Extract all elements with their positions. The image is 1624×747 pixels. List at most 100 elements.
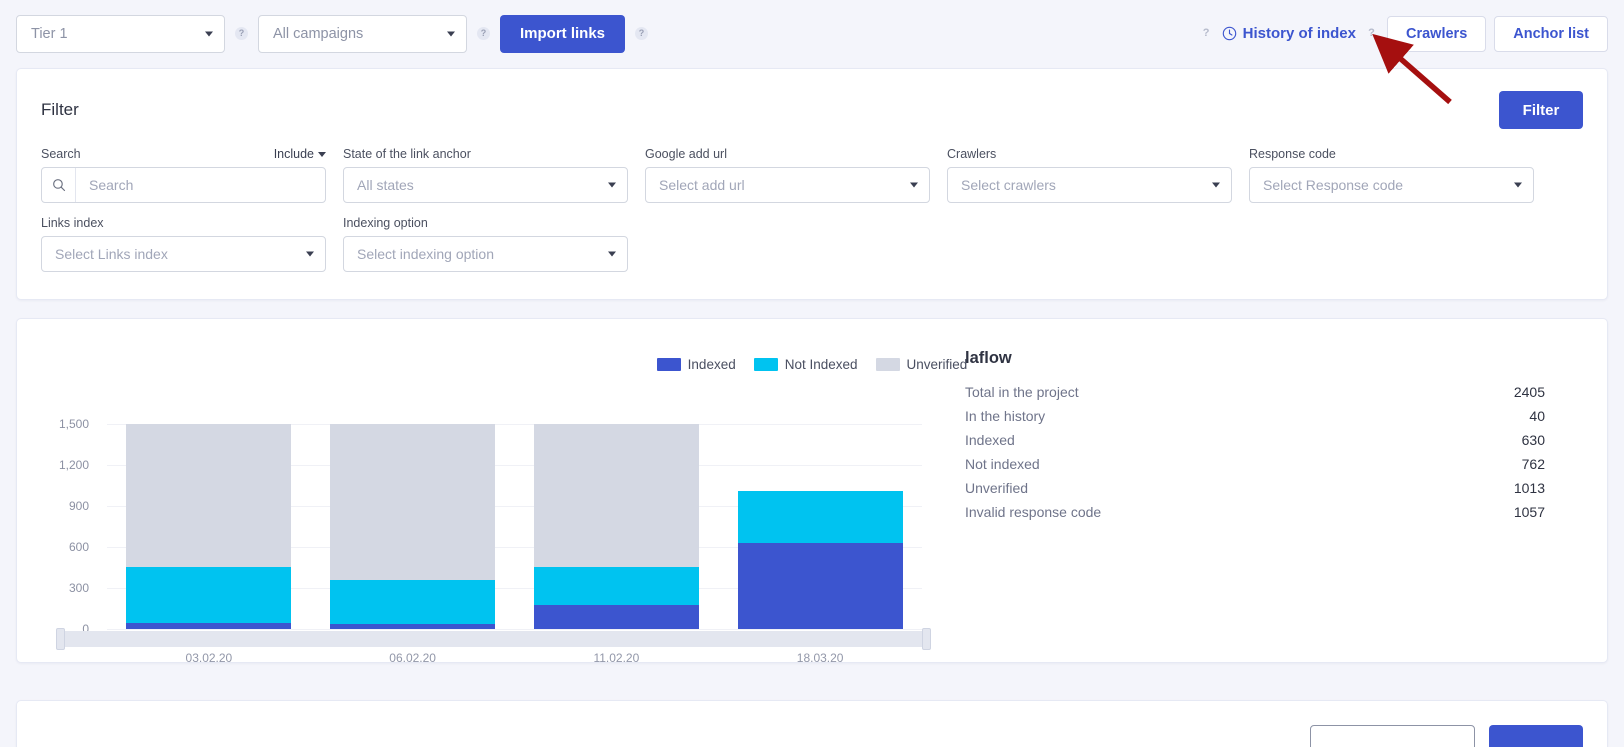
field-crawlers: Crawlers Select crawlers: [947, 143, 1232, 203]
x-axis-tick-label: 03.02.20: [185, 651, 233, 665]
bar-segment-not-indexed[interactable]: [330, 579, 496, 624]
field-state-of-link-anchor: State of the link anchor All states: [343, 143, 628, 203]
bottom-submit-button[interactable]: [1489, 725, 1583, 747]
crawlers-help-icon[interactable]: ?: [1366, 27, 1377, 40]
bar-group[interactable]: [126, 424, 292, 629]
response-code-value: Select Response code: [1263, 177, 1404, 193]
legend-label: Indexed: [687, 357, 736, 372]
legend-label: Not Indexed: [784, 357, 858, 372]
stat-label: Not indexed: [965, 456, 1040, 472]
x-axis-tick-label: 06.02.20: [389, 651, 436, 665]
field-search: Search Include Search: [41, 143, 326, 203]
stat-value: 2405: [1513, 384, 1545, 400]
stat-row: Indexed 630: [965, 432, 1545, 456]
stat-value: 630: [1521, 432, 1545, 448]
stat-value: 1057: [1513, 504, 1545, 520]
bar-segment-indexed[interactable]: [330, 623, 496, 629]
indexing-option-select[interactable]: Select indexing option: [343, 236, 628, 272]
legend-swatch-icon: [656, 358, 681, 371]
stat-row: In the history 40: [965, 408, 1545, 432]
google-add-url-value: Select add url: [659, 177, 745, 193]
bar-segment-indexed[interactable]: [126, 622, 292, 629]
indexing-option-label: Indexing option: [343, 216, 428, 230]
bar-segment-unverified[interactable]: [126, 424, 292, 567]
field-google-add-url: Google add url Select add url: [645, 143, 930, 203]
history-of-index-link[interactable]: History of index: [1222, 25, 1356, 42]
stat-label: Invalid response code: [965, 504, 1102, 520]
filter-row-1: Search Include Search State of the link …: [41, 143, 1583, 203]
chevron-down-icon: [608, 182, 616, 188]
stat-label: Indexed: [965, 432, 1015, 448]
chart-range-handle-right[interactable]: [922, 628, 931, 650]
state-of-link-anchor-select[interactable]: All states: [343, 167, 628, 203]
filter-header: Filter Filter: [17, 69, 1607, 129]
filter-title: Filter: [41, 100, 79, 119]
crawlers-label: Crawlers: [947, 147, 997, 161]
indexing-option-value: Select indexing option: [357, 246, 494, 262]
legend-item-indexed[interactable]: Indexed: [656, 357, 736, 372]
field-response-code: Response code Select Response code: [1249, 143, 1534, 203]
google-add-url-select[interactable]: Select add url: [645, 167, 930, 203]
filter-submit-button[interactable]: Filter: [1499, 91, 1583, 129]
bar-segment-not-indexed[interactable]: [126, 566, 292, 623]
response-code-select[interactable]: Select Response code: [1249, 167, 1534, 203]
stat-value: 40: [1529, 408, 1545, 424]
history-help-icon[interactable]: ?: [1201, 27, 1212, 40]
stat-row: Not indexed 762: [965, 456, 1545, 480]
legend-item-not-indexed[interactable]: Not Indexed: [753, 357, 858, 372]
stacked-bar-chart: 0 300 600 900 1,200 1,500 03.02.20 06.02.20 11.…: [17, 379, 947, 665]
chart-range-scrollbar[interactable]: [57, 631, 924, 647]
campaign-help-icon[interactable]: ?: [477, 27, 490, 40]
toolbar-right-group: ? History of index ? Crawlers Anchor lis…: [1191, 15, 1608, 52]
bar-group[interactable]: [330, 424, 496, 629]
bar-segment-indexed[interactable]: [533, 605, 699, 629]
search-input-wrap[interactable]: Search: [41, 167, 326, 203]
campaign-select-value: All campaigns: [273, 25, 364, 42]
anchor-list-button[interactable]: Anchor list: [1494, 15, 1608, 52]
crawlers-select[interactable]: Select crawlers: [947, 167, 1232, 203]
tier-select[interactable]: Tier 1: [16, 14, 225, 53]
legend-item-unverified[interactable]: Unverified: [875, 357, 968, 372]
campaign-select[interactable]: All campaigns: [258, 14, 467, 53]
chart-range-handle-left[interactable]: [56, 628, 65, 650]
state-of-link-anchor-label: State of the link anchor: [343, 147, 471, 161]
stat-rows: Total in the project 2405 In the history 40…: [965, 384, 1545, 528]
field-indexing-option: Indexing option Select indexing option: [343, 212, 628, 272]
import-help-icon[interactable]: ?: [635, 27, 649, 40]
project-name: laflow: [965, 349, 1012, 367]
import-links-button[interactable]: Import links: [500, 14, 626, 53]
field-links-index: Links index Select Links index: [41, 212, 326, 272]
bar-group[interactable]: [533, 424, 699, 629]
tier-select-value: Tier 1: [31, 25, 68, 42]
links-index-select[interactable]: Select Links index: [41, 236, 326, 272]
bar-segment-indexed[interactable]: [737, 542, 903, 629]
response-code-label: Response code: [1249, 147, 1336, 161]
bar-segment-unverified[interactable]: [330, 424, 496, 580]
search-label: Search: [41, 147, 81, 161]
search-input-placeholder: Search: [89, 177, 134, 193]
bar-group[interactable]: [737, 424, 903, 629]
bottom-text-input[interactable]: [1310, 725, 1475, 747]
toolbar-left-group: Tier 1 ? All campaigns ? Import links ?: [16, 14, 658, 53]
legend-label: Unverified: [906, 357, 968, 372]
include-toggle[interactable]: Include: [274, 147, 326, 161]
history-of-index-label: History of index: [1242, 25, 1356, 42]
app-page: Tier 1 ? All campaigns ? Import links ? …: [0, 0, 1624, 747]
stat-label: Unverified: [965, 480, 1029, 496]
google-add-url-label: Google add url: [645, 147, 728, 161]
bar-segment-unverified[interactable]: [533, 424, 699, 567]
chevron-down-icon: [1212, 182, 1220, 188]
bottom-panel: [16, 700, 1608, 747]
crawlers-button[interactable]: Crawlers: [1387, 15, 1487, 52]
filter-row-2: Links index Select Links index Indexing …: [41, 212, 1583, 272]
filter-panel: Filter Filter Search Include Search Stat…: [16, 68, 1608, 300]
tier-help-icon[interactable]: ?: [235, 27, 248, 40]
clock-icon: [1222, 26, 1236, 41]
chart-bars: [17, 379, 947, 649]
chevron-down-icon: [608, 251, 616, 257]
bar-segment-not-indexed[interactable]: [737, 490, 903, 543]
include-toggle-label: Include: [273, 147, 314, 161]
bar-segment-not-indexed[interactable]: [533, 566, 699, 606]
chevron-down-icon: [1514, 182, 1522, 188]
project-stats: laflow Total in the project 2405 In the hi…: [965, 349, 1545, 528]
